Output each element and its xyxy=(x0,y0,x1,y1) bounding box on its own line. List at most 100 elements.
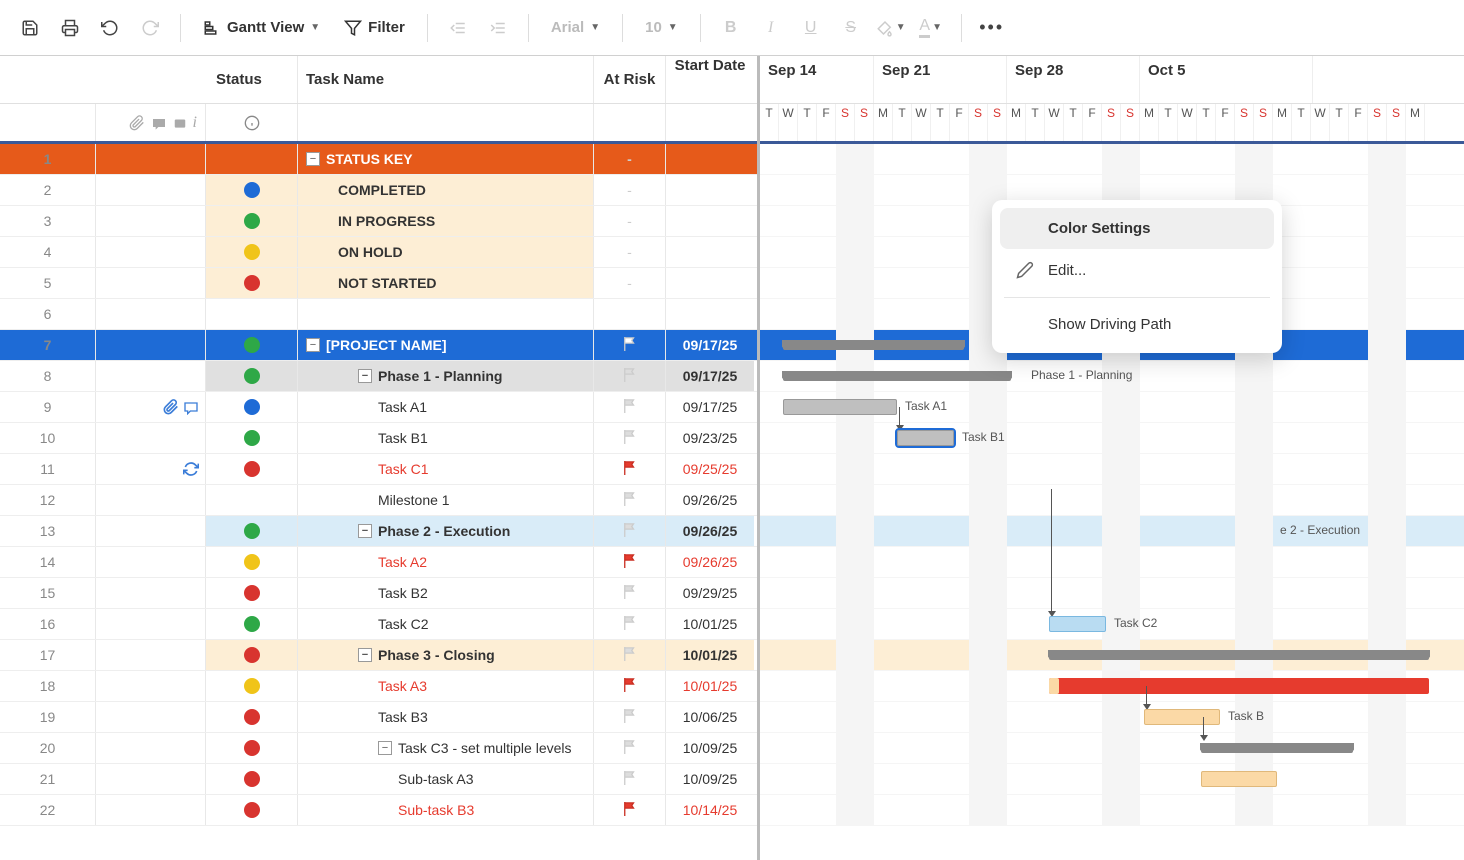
gantt-row[interactable] xyxy=(760,764,1464,795)
save-button[interactable] xyxy=(12,10,48,46)
gantt-bar[interactable] xyxy=(783,399,897,415)
grid-row[interactable]: 4 ON HOLD - xyxy=(0,237,757,268)
timeline-week-header[interactable]: Sep 14 xyxy=(760,56,874,103)
gantt-bar[interactable] xyxy=(783,371,1011,381)
more-button[interactable]: ••• xyxy=(974,10,1010,46)
risk-cell[interactable] xyxy=(594,671,666,701)
date-cell[interactable]: 09/25/25 xyxy=(666,454,754,484)
grid-row[interactable]: 20 −Task C3 - set multiple levels 10/09/… xyxy=(0,733,757,764)
grid-row[interactable]: 12 Milestone 1 09/26/25 xyxy=(0,485,757,516)
gantt-bar[interactable] xyxy=(783,340,964,350)
task-cell[interactable]: −Phase 1 - Planning xyxy=(298,361,594,391)
row-number[interactable]: 7 xyxy=(0,330,96,360)
date-cell[interactable]: 09/17/25 xyxy=(666,361,754,391)
task-cell[interactable]: ON HOLD xyxy=(298,237,594,267)
row-number[interactable]: 19 xyxy=(0,702,96,732)
status-cell[interactable] xyxy=(206,764,298,794)
risk-flag[interactable] xyxy=(623,367,637,386)
grid-row[interactable]: 5 NOT STARTED - xyxy=(0,268,757,299)
grid-row[interactable]: 11 Task C1 09/25/25 xyxy=(0,454,757,485)
gantt-row[interactable] xyxy=(760,640,1464,671)
row-number[interactable]: 2 xyxy=(0,175,96,205)
status-cell[interactable] xyxy=(206,733,298,763)
status-cell[interactable] xyxy=(206,795,298,825)
row-number[interactable]: 15 xyxy=(0,578,96,608)
row-number[interactable]: 5 xyxy=(0,268,96,298)
date-cell[interactable]: 09/23/25 xyxy=(666,423,754,453)
risk-flag[interactable] xyxy=(623,398,637,417)
status-cell[interactable] xyxy=(206,392,298,422)
grid-row[interactable]: 18 Task A3 10/01/25 xyxy=(0,671,757,702)
task-cell[interactable]: Task A2 xyxy=(298,547,594,577)
row-number[interactable]: 12 xyxy=(0,485,96,515)
status-cell[interactable] xyxy=(206,547,298,577)
gantt-bar[interactable] xyxy=(1144,709,1220,725)
risk-cell[interactable] xyxy=(594,516,666,546)
row-number[interactable]: 6 xyxy=(0,299,96,329)
grid-row[interactable]: 14 Task A2 09/26/25 xyxy=(0,547,757,578)
row-number[interactable]: 20 xyxy=(0,733,96,763)
row-number[interactable]: 8 xyxy=(0,361,96,391)
date-cell[interactable]: 09/17/25 xyxy=(666,330,754,360)
date-cell[interactable] xyxy=(666,268,754,298)
row-number[interactable]: 3 xyxy=(0,206,96,236)
date-cell[interactable] xyxy=(666,237,754,267)
gantt-bar[interactable] xyxy=(1201,743,1353,753)
date-cell[interactable] xyxy=(666,206,754,236)
risk-cell[interactable] xyxy=(594,299,666,329)
gantt-bar[interactable] xyxy=(1049,616,1106,632)
grid-row[interactable]: 13 −Phase 2 - Execution 09/26/25 xyxy=(0,516,757,547)
task-cell[interactable]: Task C1 xyxy=(298,454,594,484)
date-cell[interactable]: 10/01/25 xyxy=(666,671,754,701)
task-cell[interactable]: Task A3 xyxy=(298,671,594,701)
risk-cell[interactable] xyxy=(594,454,666,484)
menu-edit[interactable]: Edit... xyxy=(1000,249,1274,291)
task-cell[interactable] xyxy=(298,299,594,329)
gantt-row[interactable]: Task C2 xyxy=(760,609,1464,640)
date-cell[interactable]: 10/09/25 xyxy=(666,733,754,763)
grid-row[interactable]: 6 xyxy=(0,299,757,330)
status-cell[interactable] xyxy=(206,609,298,639)
risk-cell[interactable] xyxy=(594,547,666,577)
gantt-bar[interactable] xyxy=(1049,678,1059,694)
info-icon[interactable] xyxy=(244,115,260,131)
collapse-toggle[interactable]: − xyxy=(306,338,320,352)
risk-cell[interactable] xyxy=(594,578,666,608)
grid-row[interactable]: 15 Task B2 09/29/25 xyxy=(0,578,757,609)
grid-row[interactable]: 22 Sub-task B3 10/14/25 xyxy=(0,795,757,826)
status-cell[interactable] xyxy=(206,423,298,453)
status-cell[interactable] xyxy=(206,640,298,670)
risk-cell[interactable] xyxy=(594,609,666,639)
undo-button[interactable] xyxy=(92,10,128,46)
row-number[interactable]: 14 xyxy=(0,547,96,577)
task-cell[interactable]: −Task C3 - set multiple levels xyxy=(298,733,594,763)
collapse-toggle[interactable]: − xyxy=(358,648,372,662)
grid-row[interactable]: 1 −STATUS KEY - xyxy=(0,144,757,175)
timeline-week-header[interactable]: Sep 21 xyxy=(874,56,1007,103)
risk-flag[interactable] xyxy=(623,336,637,355)
task-cell[interactable]: Task B2 xyxy=(298,578,594,608)
risk-cell[interactable] xyxy=(594,392,666,422)
task-cell[interactable]: Task B1 xyxy=(298,423,594,453)
grid-row[interactable]: 7 −[PROJECT NAME] 09/17/25 xyxy=(0,330,757,361)
risk-flag[interactable] xyxy=(623,522,637,541)
gantt-row[interactable]: Task B xyxy=(760,702,1464,733)
risk-cell[interactable] xyxy=(594,361,666,391)
collapse-toggle[interactable]: − xyxy=(306,152,320,166)
row-number[interactable]: 13 xyxy=(0,516,96,546)
task-cell[interactable]: COMPLETED xyxy=(298,175,594,205)
gantt-row[interactable] xyxy=(760,671,1464,702)
row-number[interactable]: 22 xyxy=(0,795,96,825)
status-cell[interactable] xyxy=(206,144,298,174)
date-cell[interactable]: 09/26/25 xyxy=(666,547,754,577)
grid-row[interactable]: 9 Task A1 09/17/25 xyxy=(0,392,757,423)
task-cell[interactable]: Task B3 xyxy=(298,702,594,732)
status-cell[interactable] xyxy=(206,361,298,391)
column-header-date[interactable]: Start Date xyxy=(666,56,754,103)
gantt-row[interactable]: Task B1 xyxy=(760,423,1464,454)
status-cell[interactable] xyxy=(206,485,298,515)
risk-cell[interactable]: - xyxy=(594,268,666,298)
grid-row[interactable]: 3 IN PROGRESS - xyxy=(0,206,757,237)
task-cell[interactable]: −Phase 2 - Execution xyxy=(298,516,594,546)
redo-button[interactable] xyxy=(132,10,168,46)
